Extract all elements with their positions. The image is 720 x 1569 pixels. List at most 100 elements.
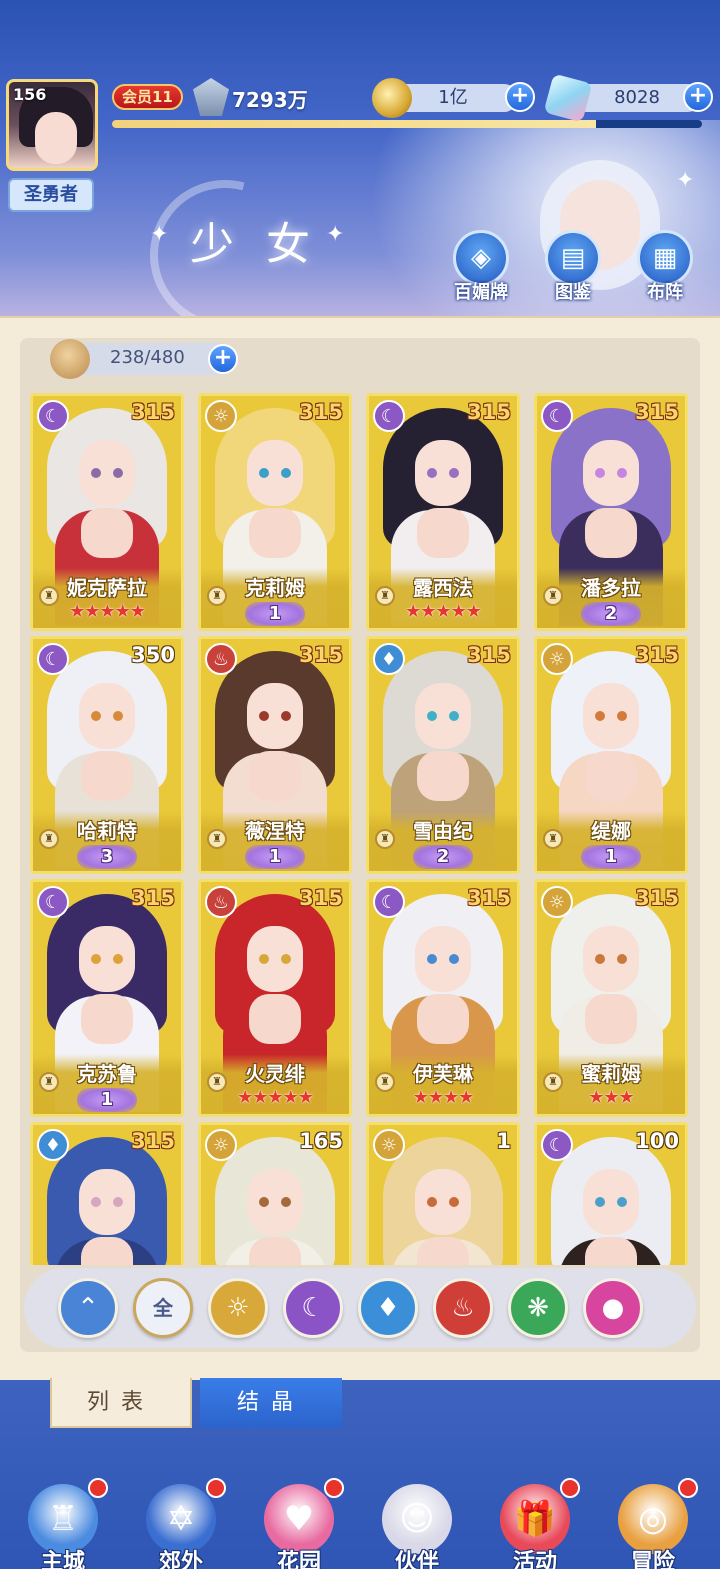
character-card[interactable]: ☾ 315 ♜ 妮克萨拉 ★★★★★ [30, 393, 184, 631]
star-rating: ★★★★★ [237, 1087, 314, 1108]
water-element-icon: ♦ [37, 1129, 69, 1161]
card-level: 350 [131, 643, 175, 667]
nav-item-5[interactable]: ◎ 冒险 [598, 1478, 708, 1569]
compendium-button[interactable]: ▤ 图鉴 [538, 230, 608, 304]
roster-capacity: 238/480 [50, 339, 234, 379]
character-card[interactable]: ☼ 315 ♜ 克莉姆 1 [198, 393, 352, 631]
card-level: 1 [496, 1129, 511, 1153]
character-card[interactable]: ♦ 315 ♜ 雪由纪 2 [366, 636, 520, 874]
nav-label: 主城 [40, 1550, 85, 1569]
moon-element-icon: ☾ [541, 1129, 573, 1161]
sun-element-filter-button[interactable]: ☼ [208, 1278, 268, 1338]
character-card[interactable]: ♨ 315 ♜ 火灵绯 ★★★★★ [198, 879, 352, 1117]
card-name: 薇涅特 [245, 819, 305, 843]
heart-element-filter-button[interactable]: ● [583, 1278, 643, 1338]
moon-element-icon: ☾ [373, 400, 405, 432]
card-name: 克莉姆 [245, 576, 305, 600]
sun-element-icon: ☼ [373, 1129, 405, 1161]
awaken-wing-badge: 2 [413, 845, 473, 869]
nav-label: 花园 [276, 1550, 321, 1569]
header-banner: ✦ ✦ ✦ [0, 0, 720, 318]
power-value: 7293万 [232, 88, 308, 112]
star-rating: ★★★★★ [69, 601, 146, 622]
character-card[interactable]: ☼ 315 ♜ 蜜莉姆 ★★★ [534, 879, 688, 1117]
sun-element-icon: ☼ [205, 1129, 237, 1161]
player-title-badge[interactable]: 圣勇者 [8, 178, 94, 212]
nav-item-2[interactable]: ♥ 花园 [244, 1478, 354, 1569]
notification-badge [678, 1478, 698, 1498]
sun-element-icon: ☼ [205, 400, 237, 432]
star-rating: ★★★★★ [405, 601, 482, 622]
nav-label: 冒险 [630, 1550, 675, 1569]
character-card[interactable]: ♦ 315 [30, 1122, 184, 1265]
formation-button[interactable]: ▦ 布阵 [630, 230, 700, 304]
all-icon: 全 [153, 1296, 173, 1320]
moon-element-filter-button[interactable]: ☾ [283, 1278, 343, 1338]
card-name: 妮克萨拉 [67, 576, 147, 600]
character-card[interactable]: ☾ 315 ♜ 伊芙琳 ★★★★ [366, 879, 520, 1117]
player-level: 156 [13, 85, 47, 104]
star-rating: ★★★ [588, 1087, 634, 1108]
nav-label: 伙伴 [394, 1550, 439, 1569]
sun-element-icon: ☼ [226, 1293, 250, 1323]
all-filter-button[interactable]: 全 [133, 1278, 193, 1338]
add-gold-button[interactable]: + [505, 82, 535, 112]
nav-item-0[interactable]: ♖ 主城 [8, 1478, 118, 1569]
character-card[interactable]: ☾ 315 ♜ 潘多拉 2 [534, 393, 688, 631]
character-card[interactable]: ♨ 315 ♜ 薇涅特 1 [198, 636, 352, 874]
moon-element-icon: ☾ [541, 400, 573, 432]
card-name: 火灵绯 [245, 1062, 305, 1086]
card-level: 315 [131, 1129, 175, 1153]
sort-up-filter-button[interactable]: ⌃ [58, 1278, 118, 1338]
card-level: 315 [467, 643, 511, 667]
add-gem-button[interactable]: + [683, 82, 713, 112]
card-level: 315 [635, 643, 679, 667]
character-card[interactable]: ☾ 100 [534, 1122, 688, 1265]
awaken-wing-badge: 1 [77, 1088, 137, 1112]
card-level: 315 [635, 400, 679, 424]
card-level: 165 [299, 1129, 343, 1153]
fire-element-icon: ♨ [451, 1293, 475, 1323]
water-element-icon: ♦ [373, 643, 405, 675]
nav-item-1[interactable]: ✡ 郊外 [126, 1478, 236, 1569]
moon-element-icon: ☾ [37, 400, 69, 432]
character-card[interactable]: ☾ 350 ♜ 哈莉特 3 [30, 636, 184, 874]
wind-element-filter-button[interactable]: ❋ [508, 1278, 568, 1338]
sparkle-icon: ✦ [150, 222, 169, 247]
awaken-wing-badge: 1 [245, 845, 305, 869]
character-card[interactable]: ☾ 315 ♜ 克苏鲁 1 [30, 879, 184, 1117]
card-level: 315 [467, 400, 511, 424]
tab-crystal[interactable]: 结晶 [200, 1378, 342, 1428]
awaken-wing-badge: 3 [77, 845, 137, 869]
page-title: 少女 [190, 219, 342, 270]
character-card[interactable]: ☼ 315 ♜ 缇娜 1 [534, 636, 688, 874]
character-card[interactable]: ☼ 1 [366, 1122, 520, 1265]
card-deck-button[interactable]: ◈ 百媚牌 [446, 230, 516, 304]
sun-element-icon: ☼ [541, 886, 573, 918]
star-rating: ★★★★ [412, 1087, 475, 1108]
fire-element-filter-button[interactable]: ♨ [433, 1278, 493, 1338]
bag-icon [50, 339, 90, 379]
character-card[interactable]: ☾ 315 ♜ 露西法 ★★★★★ [366, 393, 520, 631]
nav-label: 郊外 [158, 1550, 203, 1569]
water-element-filter-button[interactable]: ♦ [358, 1278, 418, 1338]
card-level: 315 [299, 643, 343, 667]
character-card[interactable]: ☼ 165 [198, 1122, 352, 1265]
fire-element-icon: ♨ [205, 886, 237, 918]
nav-item-3[interactable]: ☺ 伙伴 [362, 1478, 472, 1569]
awaken-wing-badge: 2 [581, 602, 641, 626]
moon-element-icon: ☾ [373, 886, 405, 918]
card-level: 315 [131, 400, 175, 424]
nav-label: 活动 [512, 1550, 557, 1569]
tab-list[interactable]: 列表 [50, 1378, 192, 1428]
expand-capacity-button[interactable]: + [208, 344, 238, 374]
card-name: 蜜莉姆 [581, 1062, 641, 1086]
nav-item-4[interactable]: 🎁 活动 [480, 1478, 590, 1569]
vip-badge[interactable]: 会员11 [112, 84, 183, 110]
notification-badge [88, 1478, 108, 1498]
player-avatar[interactable]: 156 [6, 79, 98, 171]
notification-badge [560, 1478, 580, 1498]
sort-up-icon: ⌃ [77, 1293, 99, 1323]
card-level: 100 [635, 1129, 679, 1153]
moon-element-icon: ☾ [37, 886, 69, 918]
